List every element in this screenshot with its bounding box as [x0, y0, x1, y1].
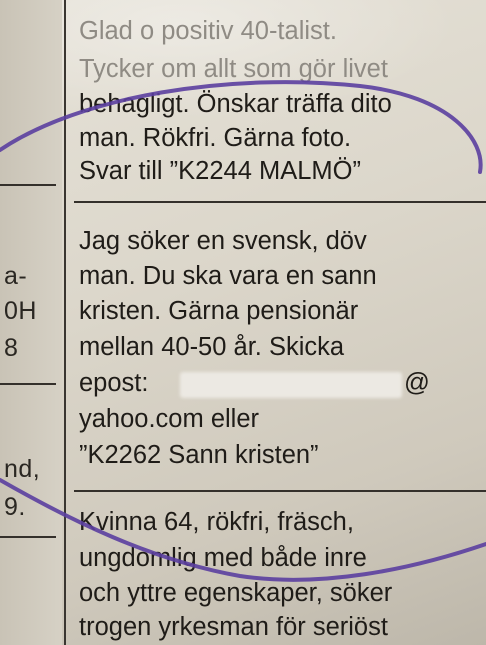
- ad-separator: [74, 490, 486, 492]
- left-rule: [0, 383, 56, 385]
- ad-text-line: trogen yrkesman för seriöst: [79, 613, 388, 641]
- ad-text-line: epost:: [79, 369, 149, 397]
- ad-text-line: Tycker om allt som gör livet: [79, 55, 388, 83]
- left-fragment: 8: [4, 334, 19, 362]
- left-fragment: a-: [4, 262, 28, 290]
- redacted-email: [180, 372, 402, 398]
- left-rule: [0, 536, 56, 538]
- left-fragment: 0H: [4, 297, 37, 325]
- left-fragment: nd,: [4, 455, 41, 483]
- ad-text-line: man. Rökfri. Gärna foto.: [79, 124, 352, 152]
- column-divider: [64, 0, 66, 645]
- ad-text-line: och yttre egenskaper, söker: [79, 579, 393, 607]
- ad-text-line: kristen. Gärna pensionär: [79, 297, 359, 325]
- ad-text-line: Jag söker en svensk, döv: [79, 227, 367, 255]
- ad-text-line: ungdomlig med både inre: [79, 544, 367, 572]
- ad-text-line: man. Du ska vara en sann: [79, 262, 377, 290]
- ad-text-line: yahoo.com eller: [79, 405, 260, 433]
- ad-text-line: Kvinna 64, rökfri, fräsch,: [79, 508, 354, 536]
- ad-text-line: Svar till ”K2244 MALMÖ”: [79, 157, 361, 185]
- ad-text-line: ”K2262 Sann kristen”: [79, 441, 319, 469]
- ad-separator: [74, 201, 486, 203]
- ad-text-line: mellan 40-50 år. Skicka: [79, 333, 345, 361]
- adjacent-column: a- 0H 8 nd, 9.: [0, 0, 62, 645]
- left-rule: [0, 184, 56, 186]
- ad-text-at-sign: @: [404, 369, 430, 397]
- ad-text-line: Glad o positiv 40-talist.: [79, 17, 337, 45]
- left-fragment: 9.: [4, 493, 26, 521]
- ad-text-line: behagligt. Önskar träffa dito: [79, 90, 392, 118]
